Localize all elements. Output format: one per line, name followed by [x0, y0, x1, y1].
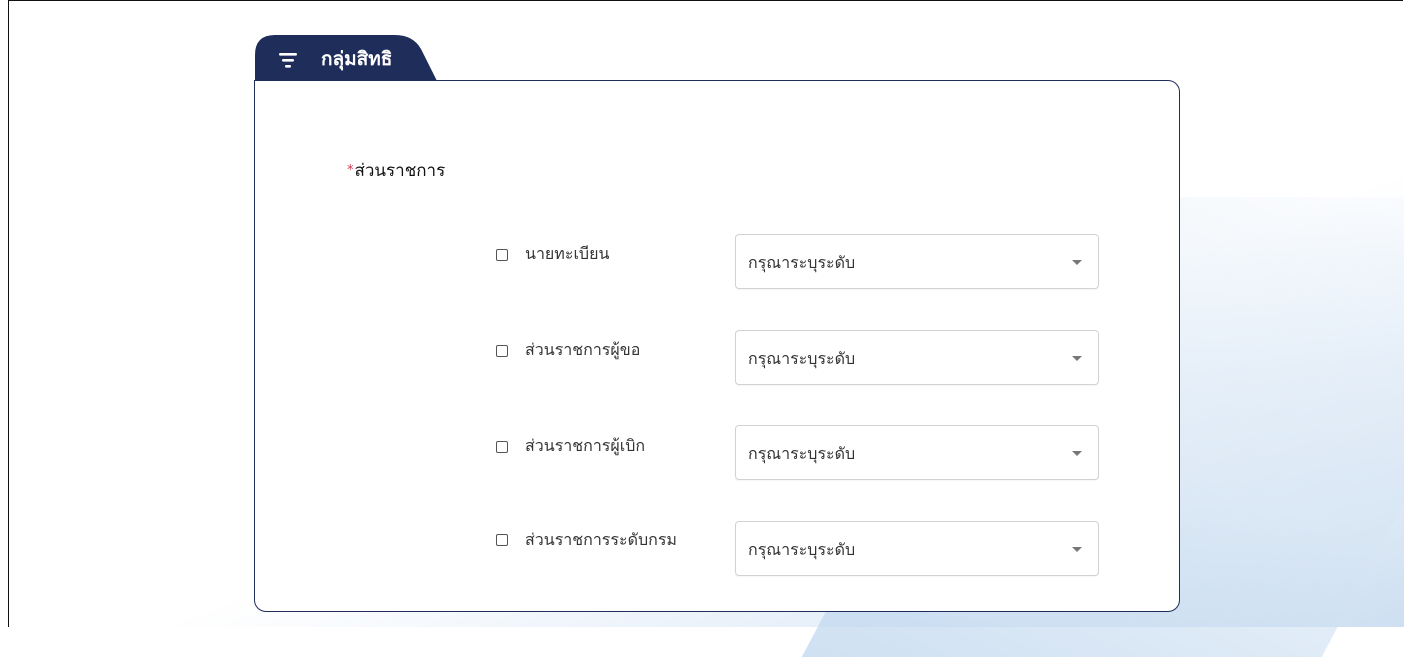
level-select[interactable]: กรุณาระบุระดับ [735, 425, 1099, 480]
permission-row: ส่วนราชการผู้เบิก กรุณาระบุระดับ [0, 424, 1404, 480]
row-label: ส่วนราชการผู้ขอ [525, 340, 641, 359]
row-label: ส่วนราชการผู้เบิก [525, 436, 646, 455]
permission-row: ส่วนราชการผู้ขอ กรุณาระบุระดับ [0, 329, 1404, 385]
permission-row: ส่วนราชการระดับกรม กรุณาระบุระดับ [0, 519, 1404, 576]
select-placeholder: กรุณาระบุระดับ [748, 444, 856, 463]
caret-down-icon [1072, 356, 1082, 361]
select-placeholder: กรุณาระบุระดับ [748, 253, 856, 272]
filter-icon [279, 53, 297, 68]
checkbox[interactable] [496, 249, 508, 261]
level-select[interactable]: กรุณาระบุระดับ [735, 330, 1099, 385]
checkbox[interactable] [496, 534, 508, 546]
level-select[interactable]: กรุณาระบุระดับ [735, 234, 1099, 289]
level-select[interactable]: กรุณาระบุระดับ [735, 521, 1099, 576]
row-label: นายทะเบียน [525, 244, 610, 263]
row-label: ส่วนราชการระดับกรม [525, 530, 677, 549]
panel-title: กลุ่มสิทธิ [321, 48, 393, 70]
select-placeholder: กรุณาระบุระดับ [748, 349, 856, 368]
caret-down-icon [1072, 547, 1082, 552]
checkbox[interactable] [496, 441, 508, 453]
caret-down-icon [1072, 260, 1082, 265]
required-mark: * [347, 163, 354, 178]
caret-down-icon [1072, 451, 1082, 456]
checkbox[interactable] [496, 345, 508, 357]
section-label: *ส่วนราชการ [347, 160, 445, 182]
section-label-text: ส่วนราชการ [354, 161, 446, 181]
permission-row: นายทะเบียน กรุณาระบุระดับ [0, 233, 1404, 289]
select-placeholder: กรุณาระบุระดับ [748, 540, 856, 559]
